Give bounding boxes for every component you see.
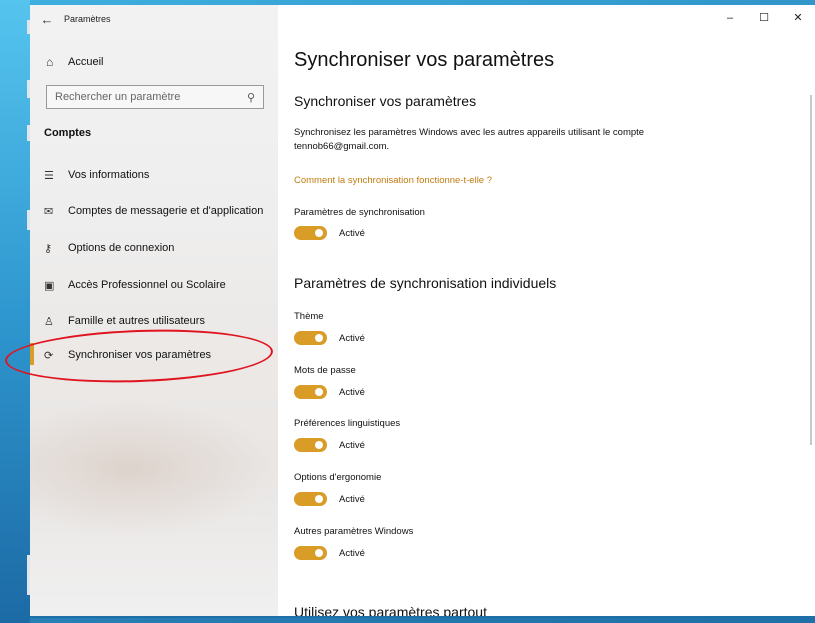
sync-settings-label: Paramètres de synchronisation: [294, 207, 425, 218]
toggle-switch[interactable]: [294, 331, 327, 345]
desktop-background: [0, 0, 32, 623]
toggle-knob: [315, 495, 323, 503]
back-arrow-icon[interactable]: ←: [30, 12, 64, 27]
passwords-toggle[interactable]: Activé: [294, 385, 365, 399]
language-prefs-label: Préférences linguistiques: [294, 418, 401, 429]
theme-toggle[interactable]: Activé: [294, 331, 365, 345]
bottom-heading: Utilisez vos paramètres partout: [294, 604, 487, 618]
search-icon[interactable]: ⚲: [247, 91, 255, 104]
settings-window: ← Paramètres ⌂ Accueil Rechercher un par…: [30, 5, 815, 618]
ergonomics-label: Options d'ergonomie: [294, 472, 382, 483]
sync-settings-toggle[interactable]: Activé: [294, 226, 365, 240]
mail-icon: ✉: [44, 205, 54, 218]
toggle-state: Activé: [339, 493, 365, 505]
toggle-switch[interactable]: [294, 546, 327, 560]
title-bar: ← Paramètres: [30, 5, 278, 33]
language-prefs-toggle[interactable]: Activé: [294, 438, 365, 452]
sidebar-item-acces-professionnel[interactable]: ▣ Accès Professionnel ou Scolaire: [44, 275, 226, 295]
close-button[interactable]: ✕: [781, 5, 815, 33]
ergonomics-toggle[interactable]: Activé: [294, 492, 365, 506]
toggle-state: Activé: [339, 227, 365, 239]
content-pane: – ☐ ✕ Synchroniser vos paramètres Synchr…: [278, 5, 815, 618]
sidebar-item-famille[interactable]: ♙ Famille et autres utilisateurs: [44, 311, 205, 331]
sidebar-item-options-connexion[interactable]: ⚷ Options de connexion: [44, 238, 174, 258]
home-icon: ⌂: [46, 55, 54, 69]
minimize-button[interactable]: –: [713, 5, 747, 33]
passwords-label: Mots de passe: [294, 365, 356, 376]
toggle-state: Activé: [339, 547, 365, 559]
maximize-button[interactable]: ☐: [747, 5, 781, 33]
toggle-knob: [315, 229, 323, 237]
key-icon: ⚷: [44, 242, 53, 255]
person-add-icon: ♙: [44, 315, 54, 328]
sidebar-item-label: Famille et autres utilisateurs: [68, 315, 205, 327]
scrollbar[interactable]: [810, 95, 812, 445]
sidebar: ← Paramètres ⌂ Accueil Rechercher un par…: [30, 5, 278, 616]
sidebar-background-blur: [30, 400, 278, 540]
toggle-knob: [315, 441, 323, 449]
individual-heading: Paramètres de synchronisation individuel…: [294, 275, 557, 291]
person-card-icon: ☰: [44, 169, 54, 182]
sidebar-item-label: Comptes de messagerie et d'application: [68, 205, 264, 217]
sidebar-item-vos-informations[interactable]: ☰ Vos informations: [44, 165, 149, 185]
page-title: Synchroniser vos paramètres: [294, 49, 555, 71]
toggle-switch[interactable]: [294, 438, 327, 452]
toggle-switch[interactable]: [294, 226, 327, 240]
sidebar-item-label: Vos informations: [68, 169, 150, 181]
theme-label: Thème: [294, 311, 324, 322]
home-label: Accueil: [68, 56, 104, 68]
toggle-knob: [315, 549, 323, 557]
toggle-state: Activé: [339, 439, 365, 451]
sidebar-item-comptes-messagerie[interactable]: ✉ Comptes de messagerie et d'application: [44, 201, 263, 221]
window-controls: – ☐ ✕: [713, 5, 815, 33]
help-link[interactable]: Comment la synchronisation fonctionne-t-…: [294, 175, 492, 186]
sync-description: Synchronisez les paramètres Windows avec…: [294, 127, 645, 152]
other-settings-toggle[interactable]: Activé: [294, 546, 365, 560]
sidebar-item-label: Options de connexion: [68, 242, 175, 254]
briefcase-icon: ▣: [44, 279, 55, 292]
toggle-switch[interactable]: [294, 385, 327, 399]
section-title: Comptes: [44, 127, 92, 139]
other-settings-label: Autres paramètres Windows: [294, 526, 414, 537]
toggle-switch[interactable]: [294, 492, 327, 506]
search-placeholder: Rechercher un paramètre: [55, 91, 181, 103]
sidebar-item-label: Accès Professionnel ou Scolaire: [68, 279, 226, 291]
toggle-state: Activé: [339, 386, 365, 398]
toggle-knob: [315, 388, 323, 396]
search-input[interactable]: Rechercher un paramètre ⚲: [46, 85, 264, 109]
app-title: Paramètres: [64, 14, 111, 24]
toggle-knob: [315, 334, 323, 342]
sidebar-item-home[interactable]: ⌂ Accueil: [46, 55, 103, 69]
toggle-state: Activé: [339, 332, 365, 344]
section-heading: Synchroniser vos paramètres: [294, 93, 477, 109]
